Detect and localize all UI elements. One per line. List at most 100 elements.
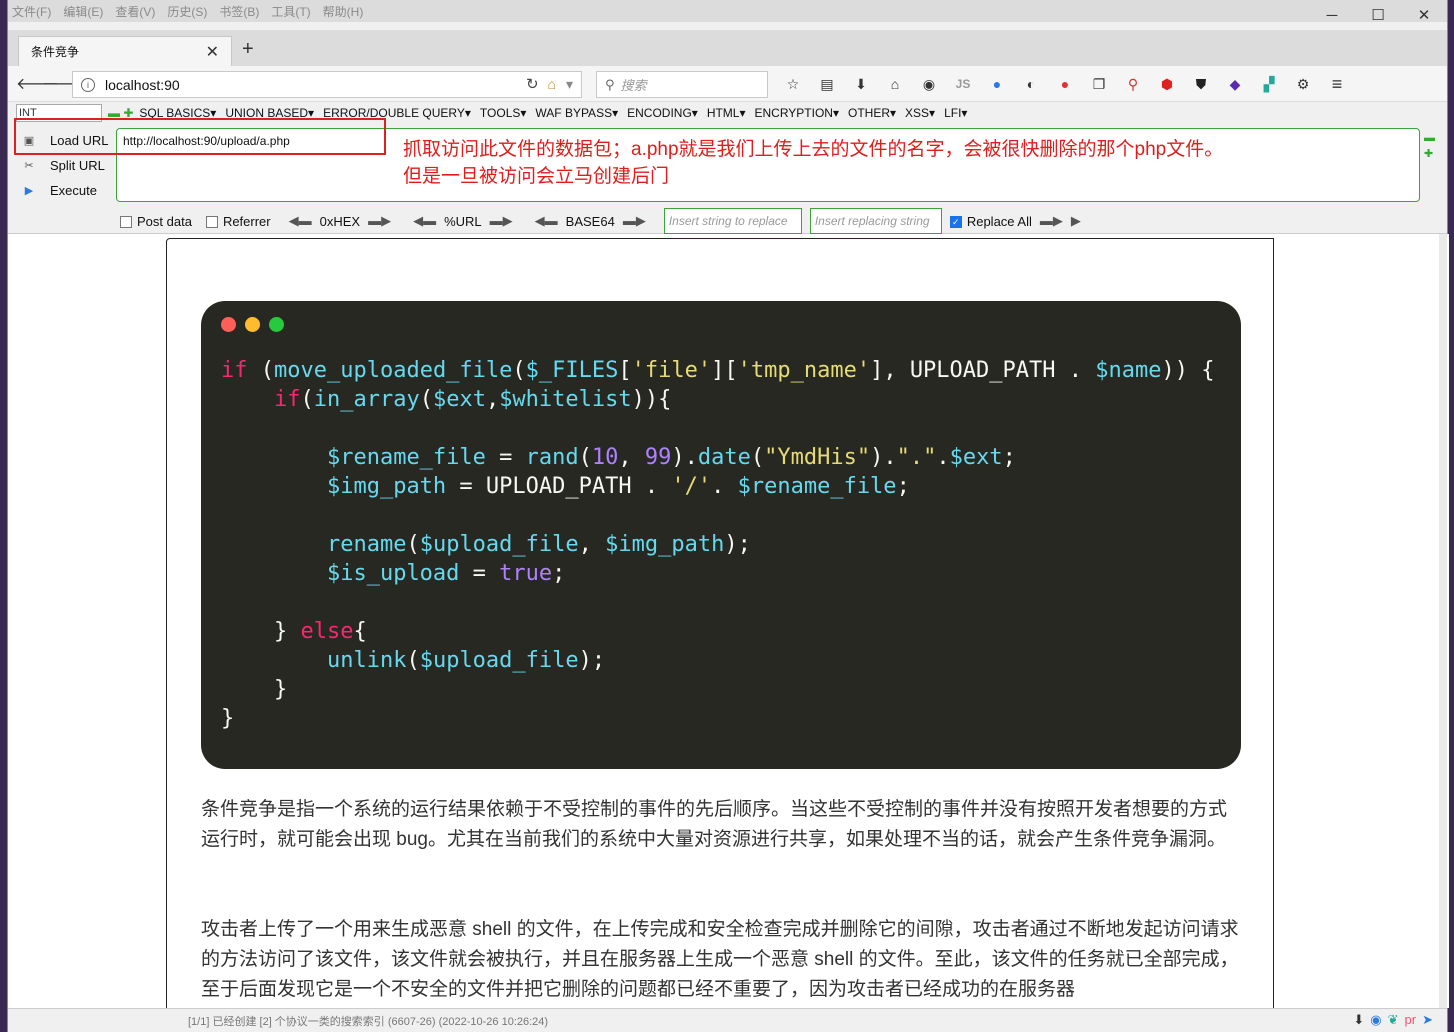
hex-decode-icon[interactable]: ◀▬	[289, 213, 312, 229]
new-tab-icon[interactable]: +	[242, 38, 254, 61]
replace-back-icon[interactable]: ▶	[1071, 213, 1081, 229]
hackbar-options: Post data Referrer ◀▬ 0xHEX ▬▶ ◀▬ %URL ▬…	[120, 208, 1081, 234]
annotation-highlight-box	[14, 118, 386, 155]
status-bar: [1/1] 已经创建 [2] 个协议一类的搜索索引 (6607-26) (202…	[8, 1008, 1447, 1032]
annotation-line-2: 但是一旦被访问会立马创建后门	[403, 166, 670, 187]
menu-file[interactable]: 文件(F)	[12, 3, 51, 20]
replace-forward-icon[interactable]: ▬▶	[1040, 213, 1063, 229]
article-paragraph-1: 条件竞争是指一个系统的运行结果依赖于不受控制的事件的先后顺序。当这些不受控制的事…	[201, 799, 1228, 850]
search-placeholder: 搜索	[620, 78, 647, 93]
js-icon[interactable]: JS	[953, 74, 973, 94]
menu-other[interactable]: OTHER▾	[848, 106, 896, 120]
article-card: if (move_uploaded_file($_FILES['file']['…	[166, 238, 1274, 1008]
tab-close-icon[interactable]: ✕	[206, 42, 219, 62]
replacing-string-input[interactable]: Insert replacing string	[809, 208, 942, 234]
shield-icon[interactable]: ⛊	[1191, 74, 1211, 94]
window-dots	[221, 317, 1221, 332]
zoom-icon[interactable]: ⚲	[1123, 74, 1143, 94]
globe-status-icon[interactable]: ◉	[1370, 1012, 1381, 1028]
page-content: if (move_uploaded_file($_FILES['file']['…	[8, 234, 1449, 1008]
bird-status-icon[interactable]: ➤	[1422, 1012, 1433, 1028]
chart-icon[interactable]: ▞	[1259, 74, 1279, 94]
base64-encode-icon[interactable]: ▬▶	[623, 213, 646, 229]
menu-lfi[interactable]: LFI▾	[944, 106, 967, 120]
yellow-dot-icon	[245, 317, 260, 332]
article-paragraph-2: 攻击者上传了一个用来生成恶意 shell 的文件，在上传完成和安全检查完成并删除…	[201, 919, 1239, 1000]
code-block: if (move_uploaded_file($_FILES['file']['…	[201, 301, 1241, 769]
post-data-checkbox[interactable]: Post data	[120, 214, 192, 229]
reader-icon[interactable]: ▤	[817, 74, 837, 94]
menu-encoding[interactable]: ENCODING▾	[627, 106, 698, 120]
url-decode-icon[interactable]: ◀▬	[413, 213, 436, 229]
search-input[interactable]: ⚲ 搜索	[596, 71, 768, 98]
diamond-icon[interactable]: ◆	[1225, 74, 1245, 94]
url-text[interactable]: localhost:90	[105, 77, 180, 93]
green-dot-icon	[269, 317, 284, 332]
status-text: [1/1] 已经创建 [2] 个协议一类的搜索索引 (6607-26) (202…	[188, 1016, 549, 1028]
split-url-button[interactable]: ✂ Split URL	[16, 153, 116, 178]
minimize-icon[interactable]: ─	[1309, 0, 1355, 30]
home-icon[interactable]: ⌂	[885, 74, 905, 94]
menu-encryption[interactable]: ENCRYPTION▾	[755, 106, 839, 120]
code-text: if (move_uploaded_file($_FILES['file']['…	[221, 358, 1215, 731]
post-data-label: Post data	[137, 213, 192, 229]
tab-active[interactable]: 条件竞争 ✕	[18, 36, 232, 66]
url-label: %URL	[444, 213, 482, 229]
menu-waf-bypass[interactable]: WAF BYPASS▾	[535, 106, 618, 120]
chrome-icon[interactable]: ●	[987, 74, 1007, 94]
menu-tools-hb[interactable]: TOOLS▾	[480, 106, 526, 120]
menu-view[interactable]: 查看(V)	[115, 3, 155, 20]
dropdown-icon[interactable]: ▾	[566, 76, 573, 93]
toolbar-icons: ☆ ▤ ⬇ ⌂ ◉ JS ● ◐ ● ❐ ⚲ ⬢ ⛊ ◆ ▞ ⚙ ≡	[783, 74, 1347, 94]
nav-bar: 🡐 🡒 i localhost:90 ⌂ ▾ ↻ ⚲ 搜索 ☆ ▤ ⬇ ⌂ ◉ J…	[8, 66, 1447, 102]
status-icons: ⬇ ◉ ❦ pr ➤	[1353, 1012, 1433, 1028]
tab-title: 条件竞争	[31, 45, 80, 59]
menu-icon[interactable]: ≡	[1327, 74, 1347, 94]
reload-icon[interactable]: ↻	[526, 75, 539, 93]
adblock-icon[interactable]: ⬢	[1157, 74, 1177, 94]
close-icon[interactable]: ✕	[1401, 0, 1447, 30]
menu-bookmarks[interactable]: 书签(B)	[219, 3, 259, 20]
leaf-status-icon[interactable]: ❦	[1388, 1012, 1399, 1028]
menu-tools[interactable]: 工具(T)	[271, 3, 310, 20]
pr-status-icon[interactable]: pr	[1405, 1012, 1417, 1028]
home-page-icon[interactable]: ⌂	[548, 76, 556, 93]
ladybug-icon[interactable]: ●	[1055, 74, 1075, 94]
globe-icon[interactable]: ◉	[919, 74, 939, 94]
base64-decode-icon[interactable]: ◀▬	[535, 213, 558, 229]
info-icon[interactable]: i	[81, 77, 95, 92]
red-dot-icon	[221, 317, 236, 332]
maximize-icon[interactable]: ☐	[1355, 0, 1401, 30]
browser-window: 文件(F) 编辑(E) 查看(V) 历史(S) 书签(B) 工具(T) 帮助(H…	[7, 0, 1449, 1032]
download-status-icon[interactable]: ⬇	[1353, 1012, 1364, 1028]
replace-all-checkbox[interactable]: ✓ Replace All	[949, 214, 1032, 229]
scrollbar[interactable]	[1439, 234, 1447, 1008]
forward-icon[interactable]: 🡒	[42, 73, 85, 94]
execute-button[interactable]: ▶ Execute	[16, 178, 116, 203]
menu-help[interactable]: 帮助(H)	[323, 3, 364, 20]
play-icon: ▶	[24, 185, 34, 197]
annotation-line-1: 抓取访问此文件的数据包；a.php就是我们上传上去的文件的名字，会被很快删除的那…	[403, 139, 1224, 160]
palette-icon[interactable]: ◐	[1021, 74, 1041, 94]
hex-label: 0xHEX	[319, 213, 361, 229]
menu-html[interactable]: HTML▾	[707, 106, 746, 120]
menu-bar: 文件(F) 编辑(E) 查看(V) 历史(S) 书签(B) 工具(T) 帮助(H…	[8, 0, 1447, 22]
back-icon[interactable]: 🡐	[16, 73, 59, 94]
url-encode-icon[interactable]: ▬▶	[490, 213, 513, 229]
execute-label: Execute	[50, 183, 97, 198]
scissors-icon: ✂	[24, 160, 34, 172]
menu-edit[interactable]: 编辑(E)	[63, 3, 103, 20]
bookmark-star-icon[interactable]: ☆	[783, 74, 803, 94]
url-bar[interactable]: i localhost:90 ⌂ ▾	[72, 71, 582, 98]
download-icon[interactable]: ⬇	[851, 74, 871, 94]
search-icon: ⚲	[605, 76, 615, 92]
menu-history[interactable]: 历史(S)	[167, 3, 207, 20]
gear-icon[interactable]: ⚙	[1293, 74, 1313, 94]
hackbar-side-toggles[interactable]: ▬ ✚	[1424, 130, 1435, 162]
copy-icon[interactable]: ❐	[1089, 74, 1109, 94]
referrer-checkbox[interactable]: Referrer	[205, 214, 271, 229]
window-controls: ─ ☐ ✕	[1309, 0, 1447, 30]
hex-encode-icon[interactable]: ▬▶	[368, 213, 391, 229]
menu-xss[interactable]: XSS▾	[905, 106, 935, 120]
replace-string-input[interactable]: Insert string to replace	[663, 208, 802, 234]
